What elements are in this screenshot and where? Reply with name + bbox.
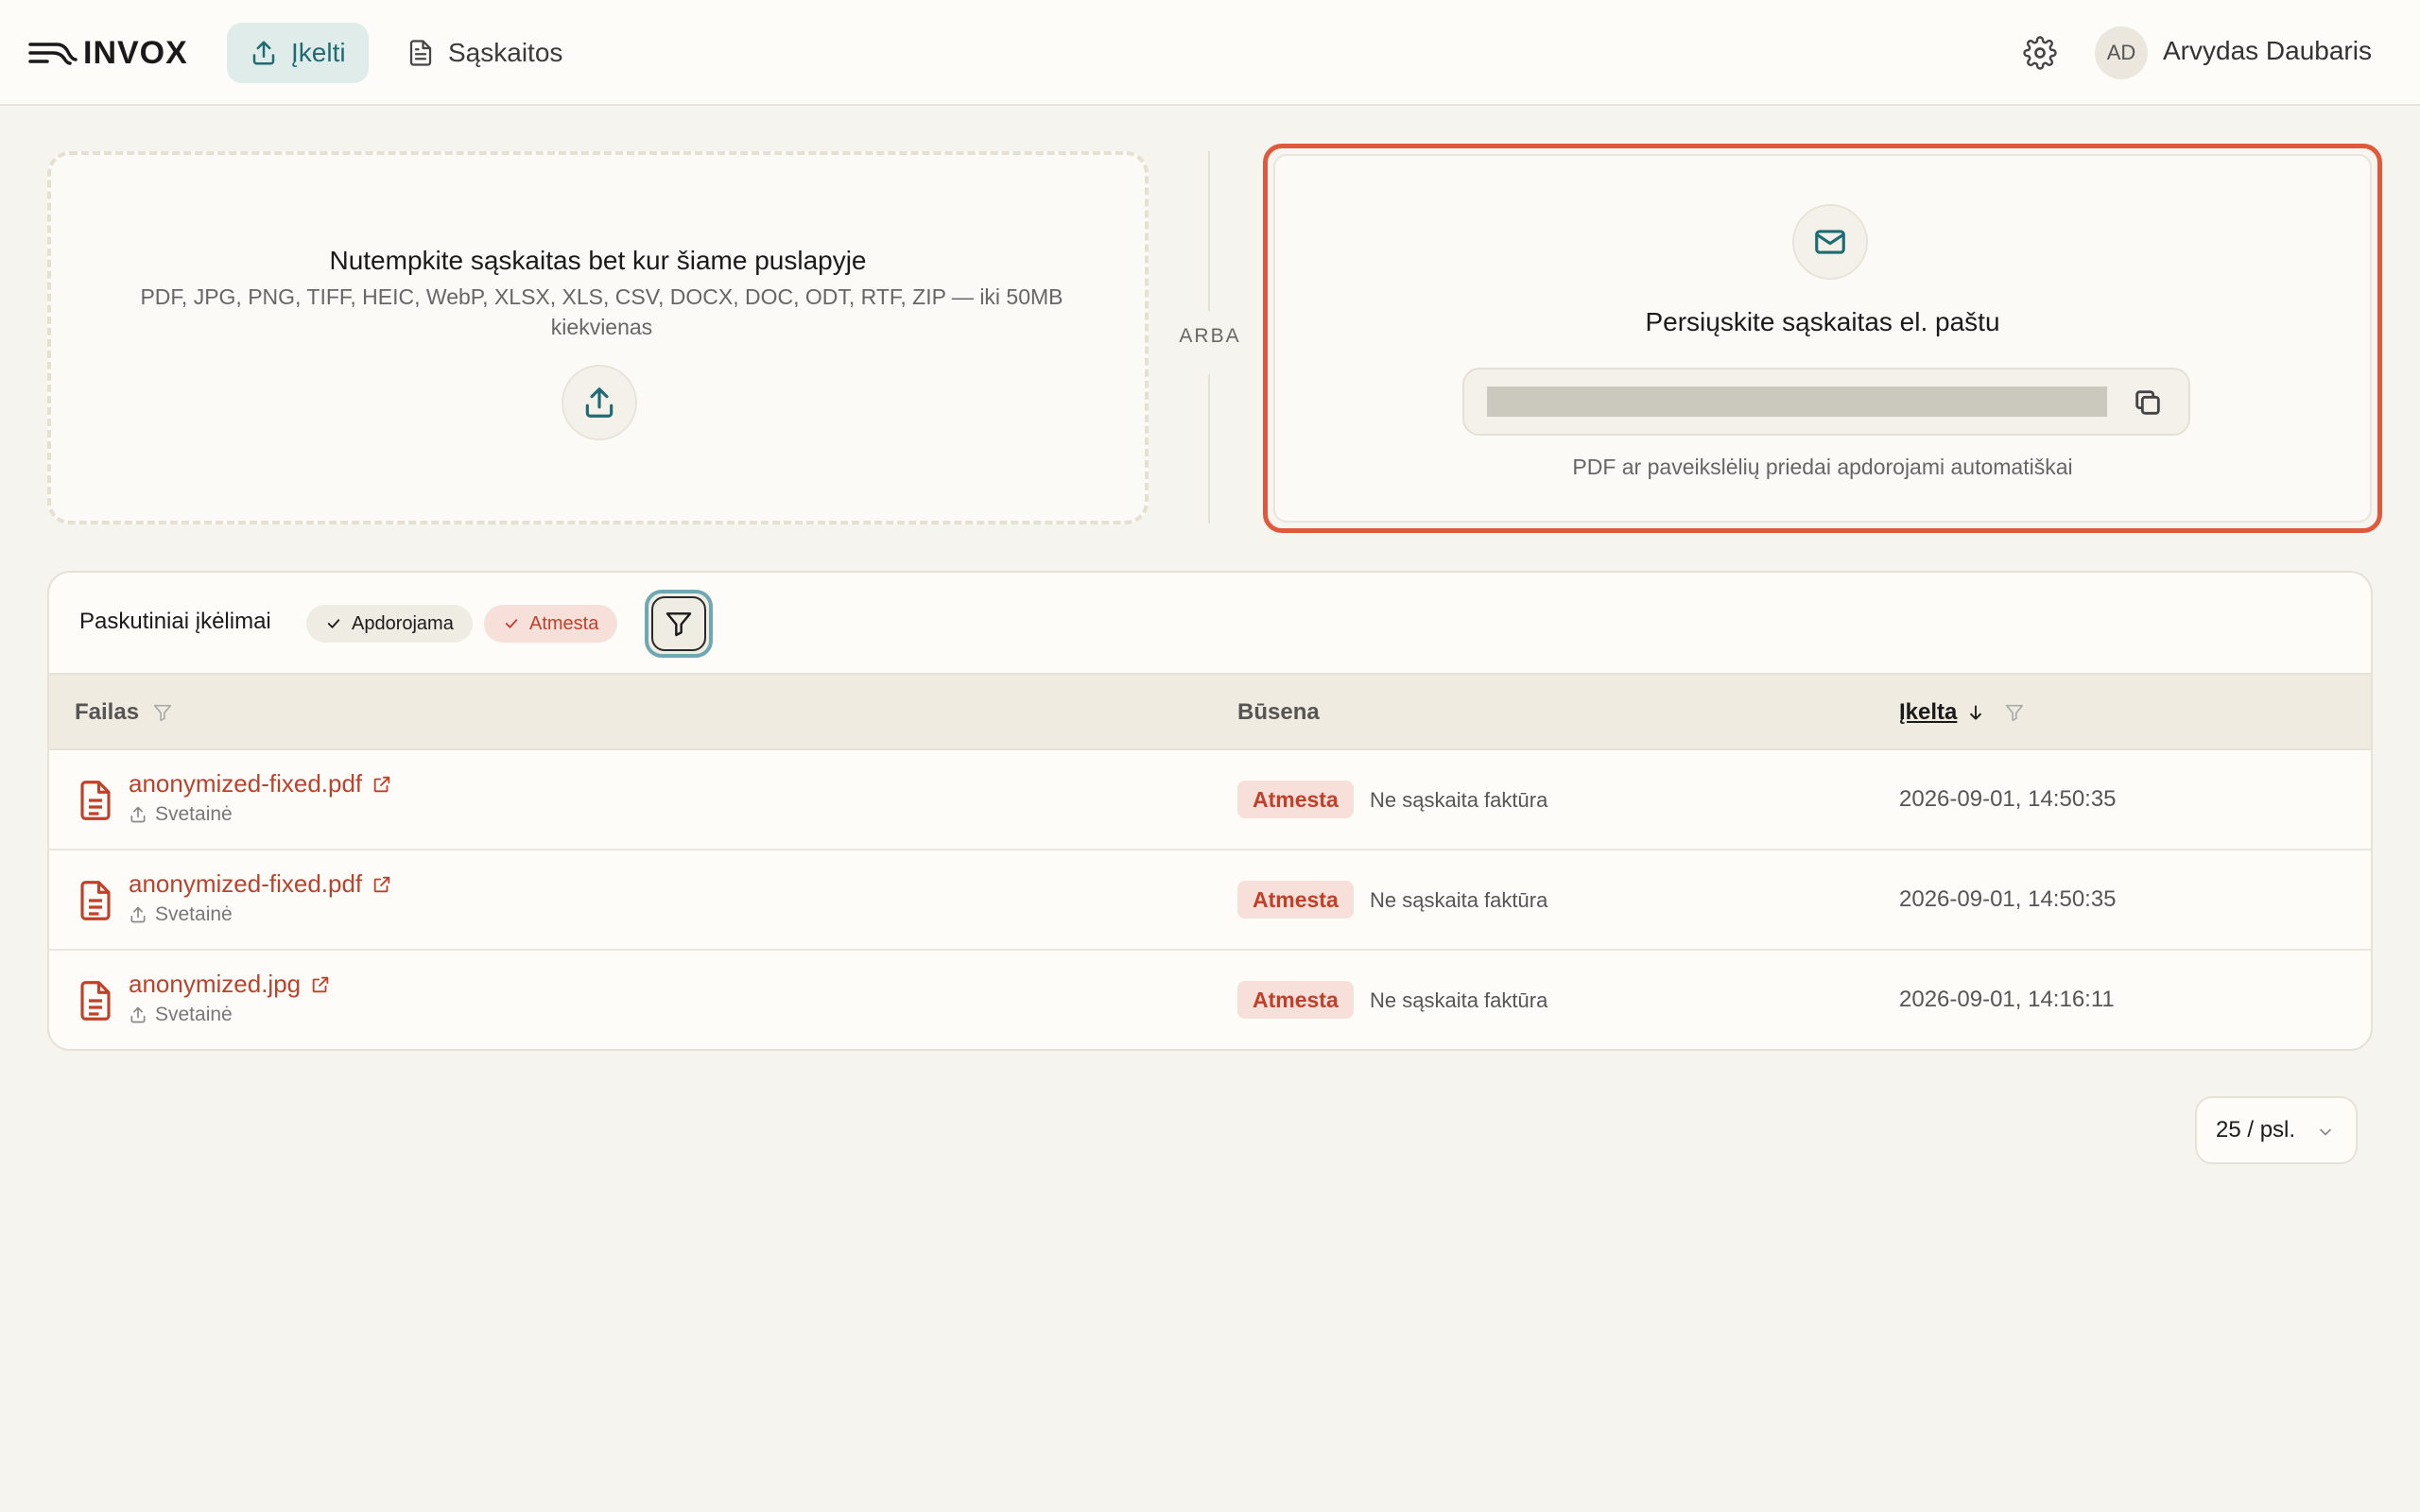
logo-text: INVOX	[83, 34, 188, 71]
column-uploaded-label: Įkelta	[1899, 699, 1958, 725]
top-bar: INVOX Įkelti Sąskaitos AD Arvydas Daubar…	[0, 0, 2420, 106]
recent-uploads-card: Paskutiniai įkėlimai Apdorojama Atmesta …	[47, 571, 2373, 1051]
filter-funnel-icon	[666, 612, 692, 637]
upload-icon	[252, 41, 275, 65]
column-header-file[interactable]: Failas	[75, 699, 173, 726]
filter-chip-rejected[interactable]: Atmesta	[484, 605, 618, 643]
upload-file-button[interactable]	[562, 365, 637, 440]
email-note: PDF ar paveikslėlių priedai apdorojami a…	[1572, 455, 2073, 479]
file-source-label: Svetainė	[155, 1004, 233, 1025]
recent-uploads-title: Paskutiniai įkėlimai	[79, 609, 271, 634]
file-source: Svetainė	[129, 903, 233, 926]
dropzone-formats: PDF, JPG, PNG, TIFF, HEIC, WebP, XLSX, X…	[140, 284, 1063, 339]
upload-date: 2026-09-01, 14:50:35	[1899, 786, 2117, 812]
page-size-select[interactable]: 25 / psl.	[2195, 1096, 2358, 1164]
upload-date: 2026-09-01, 14:50:35	[1899, 886, 2117, 912]
nav-invoices-label: Sąskaitos	[448, 38, 563, 67]
status-badge: Atmesta	[1237, 981, 1354, 1019]
external-link-icon	[312, 976, 329, 992]
column-file-label: Failas	[75, 699, 140, 725]
upload-icon	[130, 1006, 146, 1023]
status-reason: Ne sąskaita faktūra	[1370, 788, 1548, 812]
filter-button-inner	[651, 596, 706, 651]
status-reason: Ne sąskaita faktūra	[1370, 888, 1548, 912]
copy-icon[interactable]	[2132, 387, 2164, 419]
email-address-field[interactable]	[1462, 368, 2190, 436]
settings-gear-icon[interactable]	[2023, 36, 2057, 70]
status-reason: Ne sąskaita faktūra	[1370, 988, 1548, 1012]
upload-icon	[130, 806, 146, 823]
file-name-link[interactable]: anonymized.jpg	[129, 970, 331, 999]
column-filter-icon[interactable]	[2004, 702, 2025, 723]
chevron-down-icon	[2320, 1128, 2331, 1136]
dropzone-title: Nutempkite sąskaitas bet kur šiame pusla…	[329, 246, 867, 275]
chip-rejected-label: Atmesta	[529, 612, 599, 634]
check-icon	[505, 619, 518, 628]
table-row[interactable]: anonymized-fixed.pdf Svetainė Atmesta Ne…	[49, 750, 2371, 850]
check-icon	[327, 619, 340, 628]
table-row[interactable]: anonymized.jpg Svetainė Atmesta Ne sąska…	[49, 951, 2371, 1049]
upload-dropzone[interactable]: Nutempkite sąskaitas bet kur šiame pusla…	[47, 151, 1149, 524]
table-header: Failas Būsena Įkelta	[49, 673, 2371, 750]
logo-waves-icon	[28, 43, 78, 65]
file-name: anonymized.jpg	[129, 970, 302, 998]
email-title: Persiųskite sąskaitas el. paštu	[1645, 307, 2000, 336]
column-status-label: Būsena	[1237, 699, 1320, 725]
chip-processing-label: Apdorojama	[352, 612, 454, 634]
table-row[interactable]: anonymized-fixed.pdf Svetainė Atmesta Ne…	[49, 850, 2371, 951]
file-name: anonymized-fixed.pdf	[129, 869, 363, 898]
filter-chip-processing[interactable]: Apdorojama	[306, 605, 473, 643]
nav-invoices-button[interactable]: Sąskaitos	[384, 23, 585, 83]
file-source-label: Svetainė	[155, 903, 233, 925]
document-icon	[409, 40, 432, 66]
user-name[interactable]: Arvydas Daubaris	[2163, 36, 2372, 66]
nav-upload-button[interactable]: Įkelti	[227, 23, 369, 83]
filter-button[interactable]	[645, 590, 713, 658]
upload-date: 2026-09-01, 14:16:11	[1899, 987, 2115, 1012]
divider-bottom	[1208, 374, 1210, 524]
nav-upload-label: Įkelti	[291, 38, 346, 67]
file-source: Svetainė	[129, 1004, 233, 1026]
mail-icon-circle	[1792, 204, 1868, 280]
file-document-icon	[80, 781, 111, 820]
file-document-icon	[80, 981, 111, 1021]
status-badge: Atmesta	[1237, 881, 1354, 919]
email-address-redacted	[1487, 387, 2107, 417]
status-badge: Atmesta	[1237, 781, 1354, 818]
external-link-icon	[373, 776, 390, 792]
file-document-icon	[80, 881, 111, 920]
external-link-icon	[373, 876, 390, 892]
mail-icon	[1815, 230, 1845, 254]
file-name: anonymized-fixed.pdf	[129, 769, 363, 798]
column-filter-icon[interactable]	[152, 702, 173, 723]
column-header-status: Būsena	[1237, 699, 1320, 726]
sort-descending-icon	[1970, 705, 1982, 720]
file-name-link[interactable]: anonymized-fixed.pdf	[129, 869, 392, 899]
file-source-label: Svetainė	[155, 803, 233, 825]
upload-icon	[130, 906, 146, 923]
email-forward-card: Persiųskite sąskaitas el. paštu PDF ar p…	[1263, 144, 2382, 533]
file-name-link[interactable]: anonymized-fixed.pdf	[129, 769, 392, 799]
page-size-value: 25 / psl.	[2216, 1117, 2296, 1143]
or-separator: ARBA	[1179, 325, 1241, 347]
email-card-inner: Persiųskite sąskaitas el. paštu PDF ar p…	[1273, 154, 2372, 523]
logo[interactable]: INVOX	[28, 28, 188, 77]
divider-top	[1208, 151, 1210, 312]
upload-icon	[585, 387, 614, 418]
avatar[interactable]: AD	[2095, 26, 2148, 79]
file-source: Svetainė	[129, 803, 233, 826]
column-header-uploaded[interactable]: Įkelta	[1899, 699, 2025, 726]
avatar-initials: AD	[2106, 41, 2136, 64]
